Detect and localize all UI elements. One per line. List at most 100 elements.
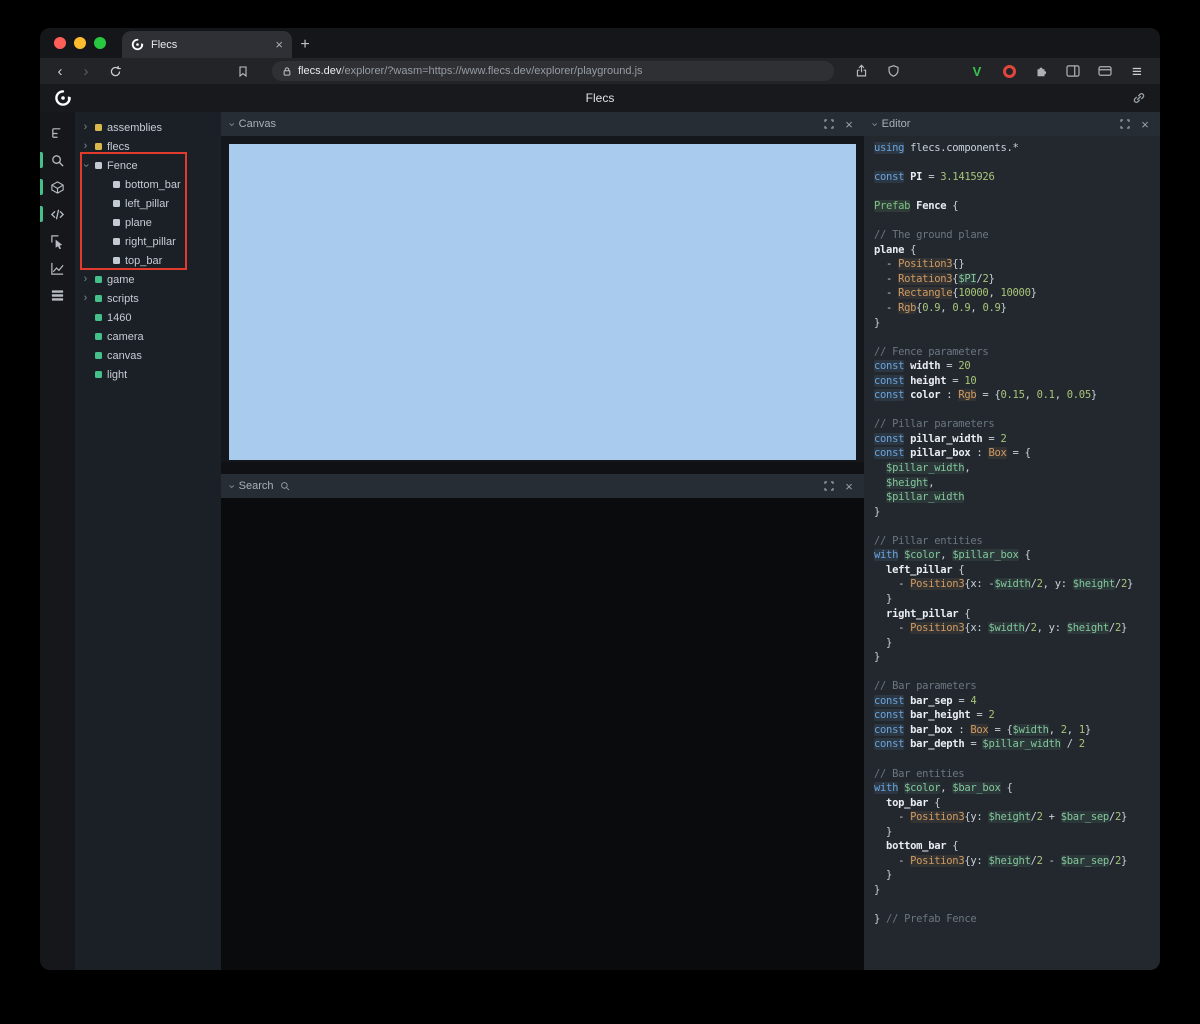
code-line: // Pillar entities: [874, 534, 983, 547]
bookmark-icon[interactable]: [232, 60, 254, 82]
url-text: flecs.dev/explorer/?wasm=https://www.fle…: [298, 65, 643, 77]
icon-sidebar: [40, 112, 75, 970]
tree-item-scripts[interactable]: › scripts: [75, 289, 221, 308]
extension-red-icon[interactable]: [998, 60, 1020, 82]
tree-item-bottom_bar[interactable]: bottom_bar: [75, 175, 221, 194]
forward-icon[interactable]: ›: [78, 64, 94, 79]
minimize-window-button[interactable]: [74, 37, 86, 49]
tree-item-label: top_bar: [125, 254, 163, 267]
tab-close-icon[interactable]: ×: [275, 38, 283, 51]
code-line: const bar_height = 2: [874, 709, 995, 722]
tree-item-plane[interactable]: plane: [75, 213, 221, 232]
code-line: }: [874, 505, 881, 518]
chevron-down-icon[interactable]: ›: [868, 122, 880, 126]
share-icon[interactable]: [850, 60, 872, 82]
reload-icon[interactable]: [104, 60, 126, 82]
close-icon[interactable]: ×: [842, 479, 856, 493]
chevron-down-icon[interactable]: ›: [225, 484, 237, 488]
sidebar-search-icon[interactable]: [40, 147, 75, 173]
chevron-right-icon[interactable]: ›: [81, 274, 90, 285]
shield-icon[interactable]: [882, 60, 904, 82]
code-area[interactable]: using flecs.components.* const PI = 3.14…: [864, 136, 1160, 970]
fullscreen-icon[interactable]: [1118, 117, 1132, 131]
tree-item-camera[interactable]: camera: [75, 327, 221, 346]
entity-color-square: [95, 162, 102, 169]
extensions-puzzle-icon[interactable]: [1030, 60, 1052, 82]
code-line: const bar_sep = 4: [874, 694, 977, 707]
code-line: top_bar {: [886, 796, 941, 809]
editor-panel: › Editor × using flecs.components.* cons…: [864, 112, 1160, 970]
tree-item-1460[interactable]: 1460: [75, 308, 221, 327]
code-line: - Rgb{0.9, 0.9, 0.9}: [874, 302, 1007, 315]
canvas-body: [221, 136, 864, 462]
close-icon[interactable]: ×: [842, 117, 856, 131]
flecs-favicon: [131, 38, 144, 51]
code-line: // Fence parameters: [874, 345, 989, 358]
wallet-icon[interactable]: [1094, 60, 1116, 82]
share-link-icon[interactable]: [1132, 91, 1146, 105]
sidebar-code-icon[interactable]: [40, 201, 75, 227]
url-bar[interactable]: flecs.dev/explorer/?wasm=https://www.fle…: [272, 61, 834, 81]
tree-item-label: light: [107, 368, 128, 381]
tree-item-flecs[interactable]: › flecs: [75, 137, 221, 156]
code-line: // Bar entities: [874, 767, 965, 780]
code-line: - Rotation3{$PI/2}: [874, 272, 995, 285]
code-line: - Position3{x: -$width/2, y: $height/2}: [874, 578, 1134, 591]
chevron-down-icon[interactable]: ›: [225, 122, 237, 126]
chevron-right-icon[interactable]: ›: [81, 122, 90, 133]
tree-item-label: plane: [125, 216, 152, 229]
browser-menu-icon[interactable]: ≡: [1126, 60, 1148, 82]
code-line: - Position3{x: $width/2, y: $height/2}: [874, 622, 1127, 635]
code-line: Prefab Fence {: [874, 200, 959, 213]
fullscreen-icon[interactable]: [822, 479, 836, 493]
close-icon[interactable]: ×: [1138, 117, 1152, 131]
code-line: }: [874, 869, 893, 882]
url-path: /explorer/?wasm=https://www.flecs.dev/ex…: [341, 65, 643, 77]
code-line: }: [874, 651, 881, 664]
sidebar-toggle-icon[interactable]: [1062, 60, 1084, 82]
tree-item-right_pillar[interactable]: right_pillar: [75, 232, 221, 251]
sidebar-entity-tree-icon[interactable]: [40, 120, 75, 146]
sidebar-tables-icon[interactable]: [40, 282, 75, 308]
code-line: left_pillar {: [886, 563, 965, 576]
close-window-button[interactable]: [54, 37, 66, 49]
tree-item-Fence[interactable]: › Fence: [75, 156, 221, 175]
tree-item-label: canvas: [107, 349, 142, 362]
tree-item-label: scripts: [107, 292, 139, 305]
entity-color-square: [95, 143, 102, 150]
extension-v-icon[interactable]: V: [966, 60, 988, 82]
sidebar-statistics-icon[interactable]: [40, 255, 75, 281]
back-icon[interactable]: ‹: [52, 64, 68, 79]
chevron-right-icon[interactable]: ›: [81, 293, 90, 304]
desktop: Flecs × + ‹ › flecs.dev/explorer/?wasm=h…: [0, 0, 1200, 1024]
tree-item-label: left_pillar: [125, 197, 170, 210]
canvas-panel: › Canvas ×: [221, 112, 864, 462]
tree-item-canvas[interactable]: canvas: [75, 346, 221, 365]
tree-item-left_pillar[interactable]: left_pillar: [75, 194, 221, 213]
sidebar-inspector-icon[interactable]: [40, 228, 75, 254]
tree-item-assemblies[interactable]: › assemblies: [75, 118, 221, 137]
code-line: // Pillar parameters: [874, 418, 995, 431]
canvas-panel-title: Canvas: [238, 118, 276, 130]
entity-color-square: [113, 257, 120, 264]
tree-item-top_bar[interactable]: top_bar: [75, 251, 221, 270]
tree-item-light[interactable]: light: [75, 365, 221, 384]
canvas-3d-viewport[interactable]: [229, 144, 856, 460]
url-domain: flecs.dev: [298, 65, 342, 77]
code-line: - Rectangle{10000, 10000}: [874, 287, 1037, 300]
browser-tab[interactable]: Flecs ×: [122, 31, 292, 58]
search-results-area[interactable]: [221, 498, 864, 970]
code-line: - Position3{y: $height/2 + $bar_sep/2}: [874, 811, 1128, 824]
maximize-window-button[interactable]: [94, 37, 106, 49]
entity-color-square: [113, 219, 120, 226]
v-logo-glyph: V: [972, 63, 982, 79]
chevron-down-icon[interactable]: ›: [80, 161, 92, 170]
code-line: with $color, $pillar_box {: [874, 549, 1031, 562]
new-tab-button[interactable]: +: [292, 31, 318, 58]
chevron-right-icon[interactable]: ›: [81, 141, 90, 152]
tree-item-game[interactable]: › game: [75, 270, 221, 289]
fullscreen-icon[interactable]: [822, 117, 836, 131]
code-line: $pillar_width: [886, 491, 965, 504]
sidebar-scene-cube-icon[interactable]: [40, 174, 75, 200]
